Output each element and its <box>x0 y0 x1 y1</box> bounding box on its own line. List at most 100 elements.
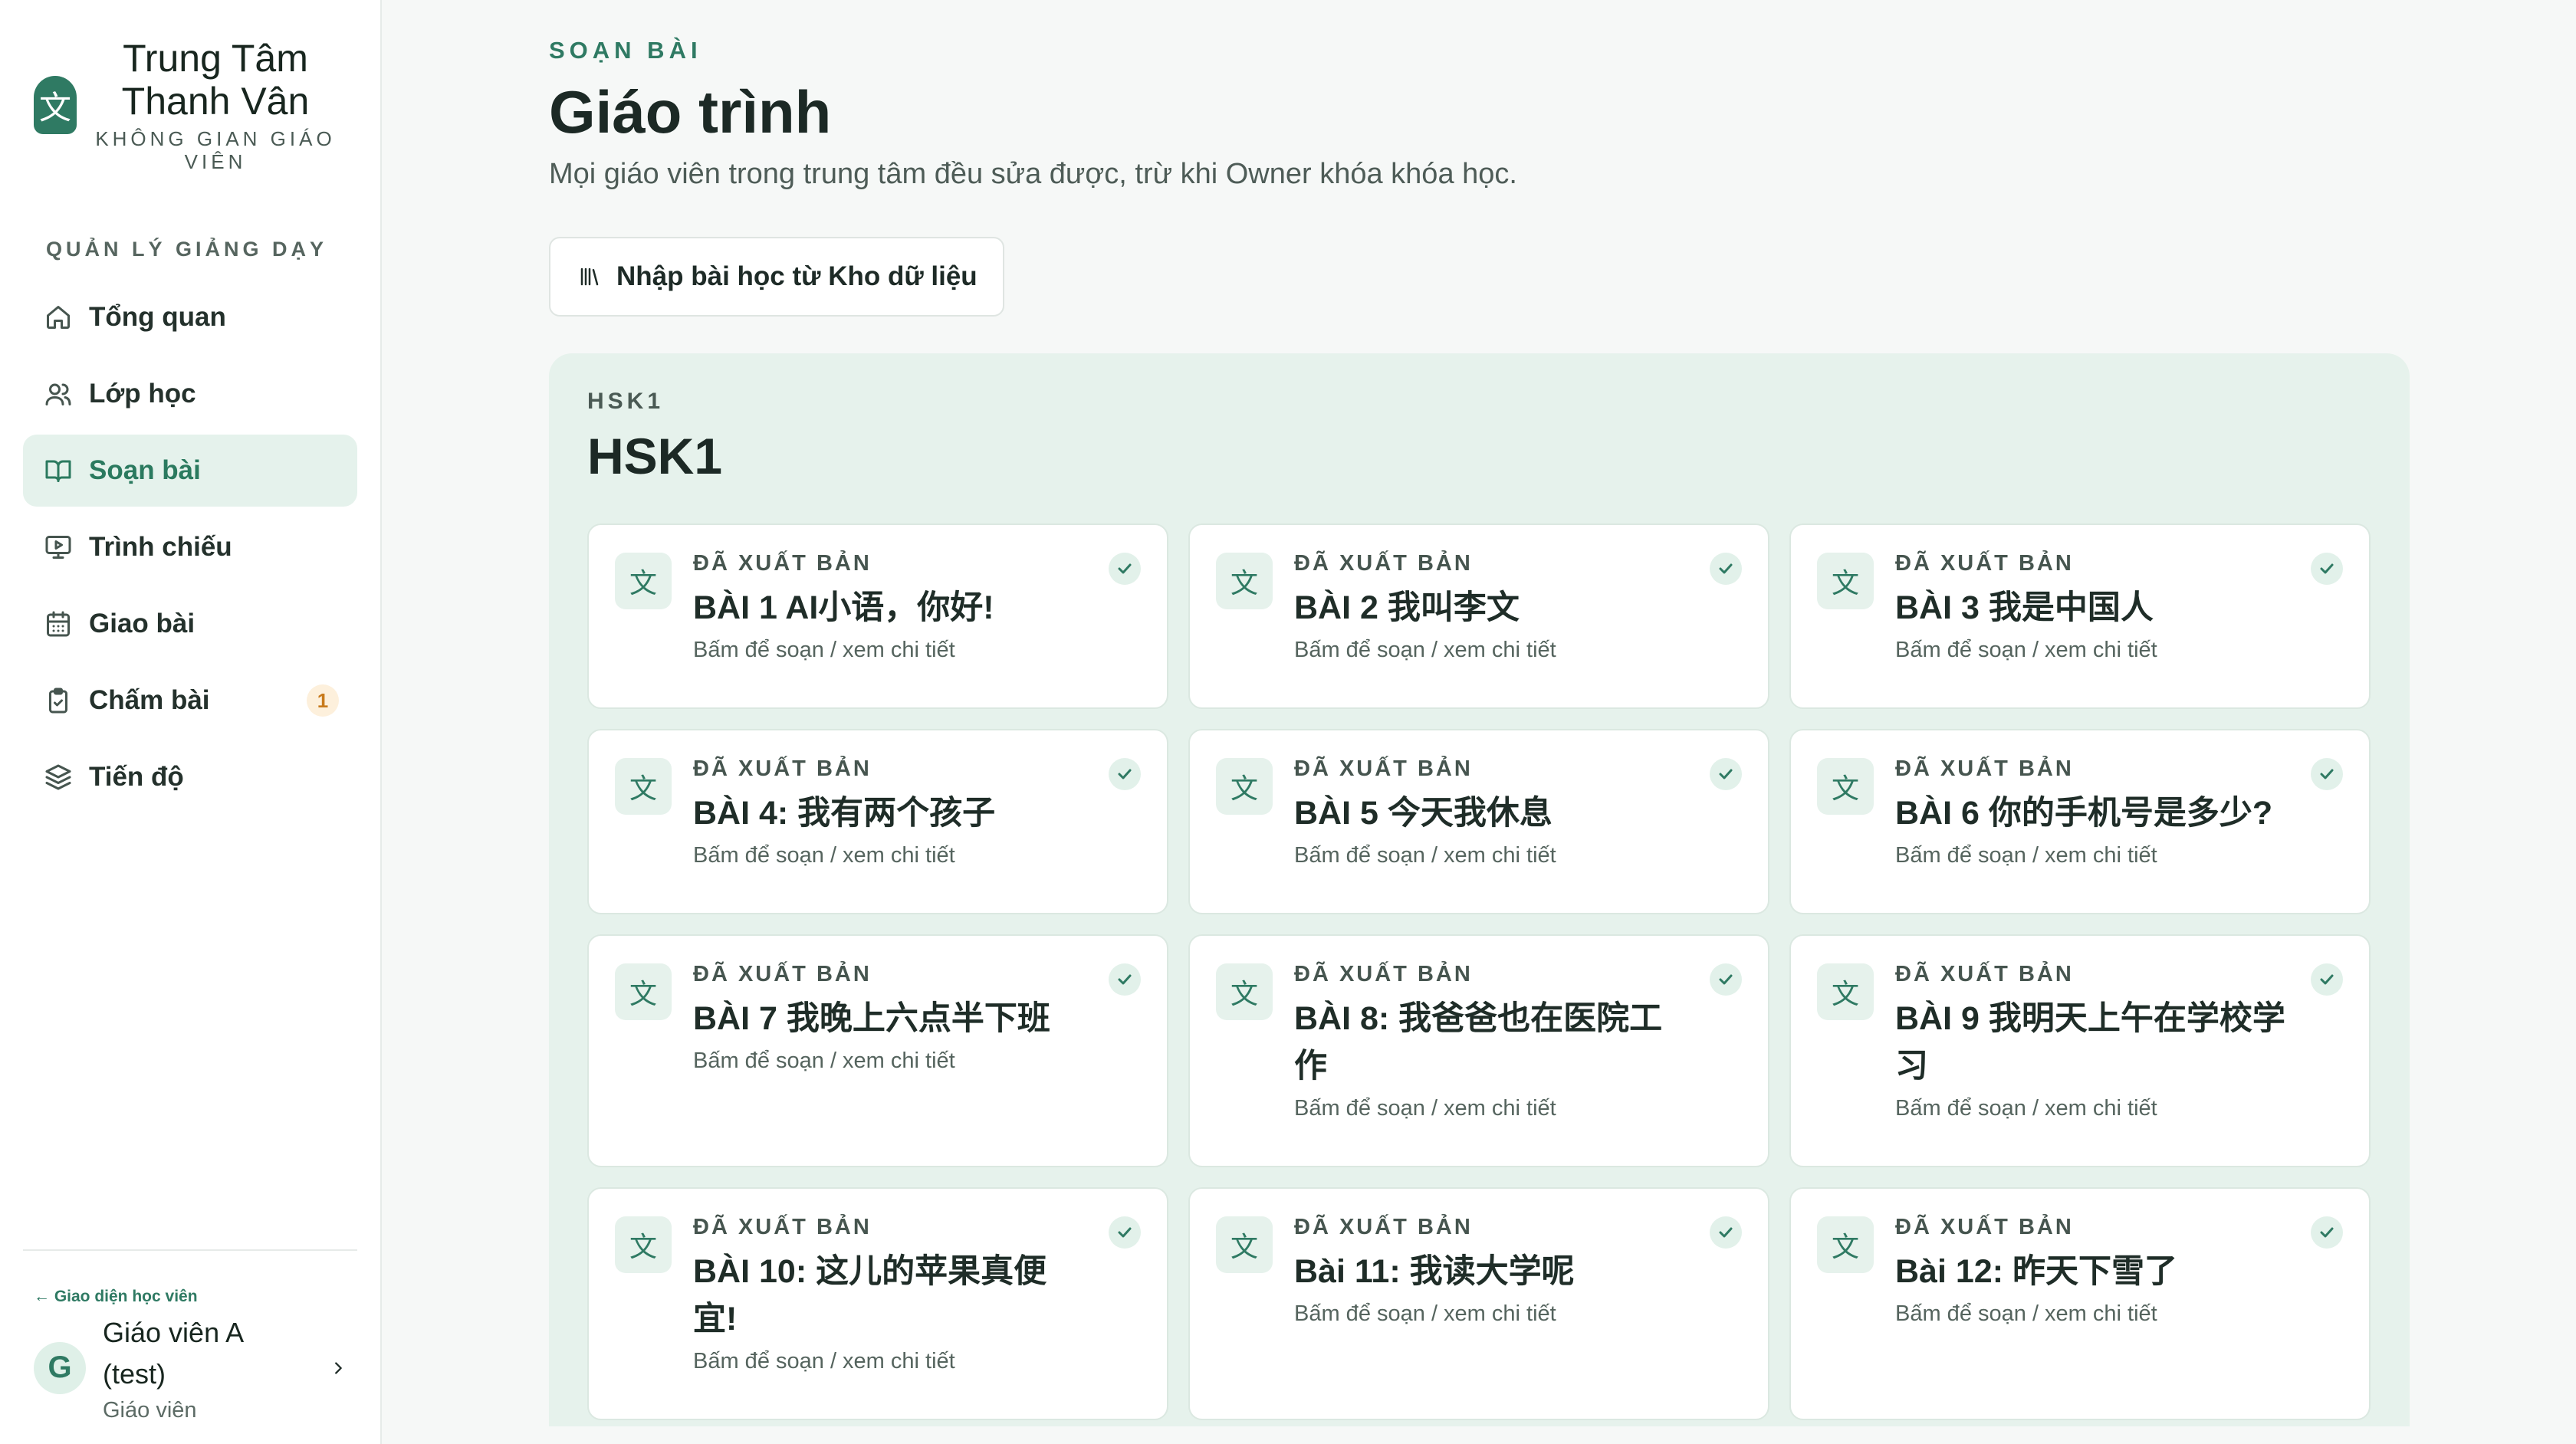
lesson-card[interactable]: 文 ĐÃ XUẤT BẢN BÀI 8: 我爸爸也在医院工作 Bấm để soạn … <box>1188 934 1769 1167</box>
brand-logo-icon: 文 <box>34 76 77 134</box>
lesson-card-body: ĐÃ XUẤT BẢN BÀI 4: 我有两个孩子 Bấm để soạn / xe… <box>693 756 1093 868</box>
lesson-title-line1: BÀI 5 今天我休息 <box>1294 795 1552 832</box>
page-title: Giáo trình <box>549 78 832 146</box>
lesson-hanzi-icon: 文 <box>1817 1216 1874 1273</box>
lesson-status: ĐÃ XUẤT BẢN <box>1294 962 1473 986</box>
user-menu[interactable]: G Giáo viên A (test) Giáo viên <box>23 1312 357 1423</box>
lesson-title: BÀI 9 我明天上午在学校学习 <box>1895 995 2295 1090</box>
sidebar-item-tien-do[interactable]: Tiến độ <box>23 741 357 813</box>
check-icon <box>1710 963 1742 996</box>
lesson-title-line1: BÀI 1 AI小语，你好! <box>693 589 994 626</box>
app-root: 文 Trung Tâm Thanh Vân KHÔNG GIAN GIÁO VI… <box>0 0 2576 1444</box>
sidebar-item-trinh-chieu[interactable]: Trình chiếu <box>23 511 357 583</box>
lesson-hint: Bấm để soạn / xem chi tiết <box>1895 1301 2157 1326</box>
lesson-card-body: ĐÃ XUẤT BẢN Bài 12: 昨天下雪了 Bấm để soạn / xe… <box>1895 1215 2295 1327</box>
lesson-card[interactable]: 文 ĐÃ XUẤT BẢN BÀI 6 你的手机号是多少? Bấm để soạn /… <box>1789 729 2371 914</box>
lesson-card[interactable]: 文 ĐÃ XUẤT BẢN BÀI 2 我叫李文 Bấm để soạn / xem … <box>1188 523 1769 709</box>
lesson-title-line1: BÀI 6 你的手机号是多少? <box>1895 795 2273 832</box>
lesson-card-body: ĐÃ XUẤT BẢN BÀI 10: 这儿的苹果真便 宜! Bấm để soạn … <box>693 1215 1093 1374</box>
brand-name-line2: Thanh Vân <box>121 80 310 123</box>
sidebar-item-label: Soạn bài <box>89 455 201 485</box>
library-icon <box>580 267 599 286</box>
lesson-title: BÀI 7 我晚上六点半下班 <box>693 995 1093 1042</box>
check-icon <box>2311 553 2343 585</box>
lesson-title: BÀI 6 你的手机号是多少? <box>1895 789 2295 837</box>
book-open-icon <box>45 460 71 482</box>
check-icon <box>2311 963 2343 996</box>
lesson-hanzi-icon: 文 <box>1817 553 1874 609</box>
user-name-line2: (test) <box>103 1358 166 1390</box>
sidebar-item-giao-bai[interactable]: Giao bài <box>23 588 357 660</box>
check-icon <box>1710 758 1742 790</box>
lesson-title-line1: BÀI 7 我晚上六点半下班 <box>693 1000 1050 1037</box>
calendar-icon <box>47 611 70 637</box>
sidebar-item-label: Lớp học <box>89 379 196 409</box>
lesson-title: Bài 12: 昨天下雪了 <box>1895 1248 2295 1295</box>
lesson-title: BÀI 2 我叫李文 <box>1294 584 1694 632</box>
student-view-link[interactable]: ← Giao diện học viên <box>34 1288 357 1306</box>
lesson-title-line2: 习 <box>1895 1048 1928 1085</box>
sidebar: 文 Trung Tâm Thanh Vân KHÔNG GIAN GIÁO VI… <box>0 0 382 1444</box>
check-icon <box>1109 758 1141 790</box>
lesson-card[interactable]: 文 ĐÃ XUẤT BẢN Bài 12: 昨天下雪了 Bấm để soạn / x… <box>1789 1187 2371 1420</box>
lesson-card[interactable]: 文 ĐÃ XUẤT BẢN BÀI 4: 我有两个孩子 Bấm để soạn / x… <box>587 729 1168 914</box>
lesson-hint: Bấm để soạn / xem chi tiết <box>693 1049 955 1073</box>
lesson-title-line1: BÀI 10: 这儿的苹果真便 <box>693 1253 1047 1290</box>
lesson-card-body: ĐÃ XUẤT BẢN BÀI 3 我是中国人 Bấm để soạn / xem … <box>1895 551 2295 663</box>
sidebar-item-label: Chấm bài <box>89 685 210 715</box>
brand[interactable]: 文 Trung Tâm Thanh Vân KHÔNG GIAN GIÁO VI… <box>0 0 380 173</box>
sidebar-item-label: Tiến độ <box>89 762 184 792</box>
sidebar-item-soan-bai[interactable]: Soạn bài <box>23 435 357 507</box>
page-description: Mọi giáo viên trong trung tâm đều sửa đư… <box>549 158 1517 190</box>
brand-subtitle-line1: KHÔNG GIAN GIÁO <box>95 127 336 150</box>
lesson-hint: Bấm để soạn / xem chi tiết <box>693 1349 955 1373</box>
lesson-hanzi-icon: 文 <box>615 553 672 609</box>
lesson-card-body: ĐÃ XUẤT BẢN BÀI 8: 我爸爸也在医院工作 Bấm để soạn /… <box>1294 962 1694 1121</box>
page-eyebrow: SOẠN BÀI <box>549 37 702 64</box>
lesson-card-body: ĐÃ XUẤT BẢN BÀI 2 我叫李文 Bấm để soạn / xem c… <box>1294 551 1694 663</box>
lesson-card-body: ĐÃ XUẤT BẢN BÀI 1 AI小语，你好! Bấm để soạn / x… <box>693 551 1093 663</box>
import-from-library-button[interactable]: Nhập bài học từ Kho dữ liệu <box>549 237 1004 317</box>
lesson-status: ĐÃ XUẤT BẢN <box>693 962 872 986</box>
lesson-hanzi-icon: 文 <box>1817 963 1874 1020</box>
course-tag: HSK1 <box>587 389 665 414</box>
lesson-hint: Bấm để soạn / xem chi tiết <box>1895 843 2157 868</box>
lesson-card-body: ĐÃ XUẤT BẢN BÀI 6 你的手机号是多少? Bấm để soạn / … <box>1895 756 2295 868</box>
lesson-title-line1: Bài 12: 昨天下雪了 <box>1895 1253 2177 1290</box>
chevron-right-icon[interactable] <box>330 1360 347 1377</box>
lesson-card[interactable]: 文 ĐÃ XUẤT BẢN Bài 11: 我读大学呢 Bấm để soạn / x… <box>1188 1187 1769 1420</box>
lesson-title-line2: 宜! <box>693 1301 738 1337</box>
lesson-hanzi-icon: 文 <box>615 963 672 1020</box>
sidebar-item-lop-hoc[interactable]: Lớp học <box>23 358 357 430</box>
avatar: G <box>34 1341 86 1394</box>
lesson-hint: Bấm để soạn / xem chi tiết <box>693 843 955 868</box>
user-role: Giáo viên <box>103 1398 197 1423</box>
lesson-card[interactable]: 文 ĐÃ XUẤT BẢN BÀI 3 我是中国人 Bấm để soạn / xem… <box>1789 523 2371 709</box>
sidebar-item-cham-bai[interactable]: Chấm bài 1 <box>23 665 357 737</box>
lesson-card[interactable]: 文 ĐÃ XUẤT BẢN BÀI 10: 这儿的苹果真便 宜! Bấm để soạn… <box>587 1187 1168 1420</box>
import-button-label: Nhập bài học từ Kho dữ liệu <box>616 261 978 291</box>
lesson-status: ĐÃ XUẤT BẢN <box>693 756 872 781</box>
sidebar-item-tong-quan[interactable]: Tổng quan <box>23 281 357 353</box>
lesson-card-body: ĐÃ XUẤT BẢN BÀI 9 我明天上午在学校学习 Bấm để soạn /… <box>1895 962 2295 1121</box>
lesson-card[interactable]: 文 ĐÃ XUẤT BẢN BÀI 7 我晚上六点半下班 Bấm để soạn / … <box>587 934 1168 1167</box>
course-title: HSK1 <box>587 428 723 484</box>
lesson-card[interactable]: 文 ĐÃ XUẤT BẢN BÀI 5 今天我休息 Bấm để soạn / xem… <box>1188 729 1769 914</box>
lesson-title-line1: BÀI 4: 我有两个孩子 <box>693 795 996 832</box>
check-icon <box>1109 963 1141 996</box>
lesson-status: ĐÃ XUẤT BẢN <box>1895 551 2074 576</box>
check-icon <box>2311 758 2343 790</box>
lesson-title-line1: BÀI 9 我明天上午在学校学 <box>1895 1000 2285 1037</box>
lesson-status: ĐÃ XUẤT BẢN <box>1895 1215 2074 1239</box>
lesson-status: ĐÃ XUẤT BẢN <box>693 1215 872 1239</box>
lesson-hanzi-icon: 文 <box>1216 963 1273 1020</box>
lesson-card[interactable]: 文 ĐÃ XUẤT BẢN BÀI 1 AI小语，你好! Bấm để soạn / … <box>587 523 1168 709</box>
users-icon <box>45 383 71 405</box>
lesson-hanzi-icon: 文 <box>615 1216 672 1273</box>
layers-icon <box>45 764 71 790</box>
lesson-title-line1: Bài 11: 我读大学呢 <box>1294 1253 1575 1290</box>
lesson-card[interactable]: 文 ĐÃ XUẤT BẢN BÀI 9 我明天上午在学校学习 Bấm để soạn … <box>1789 934 2371 1167</box>
check-icon <box>1109 1216 1141 1249</box>
brand-name-line1: Trung Tâm <box>123 37 308 80</box>
check-icon <box>1710 1216 1742 1249</box>
